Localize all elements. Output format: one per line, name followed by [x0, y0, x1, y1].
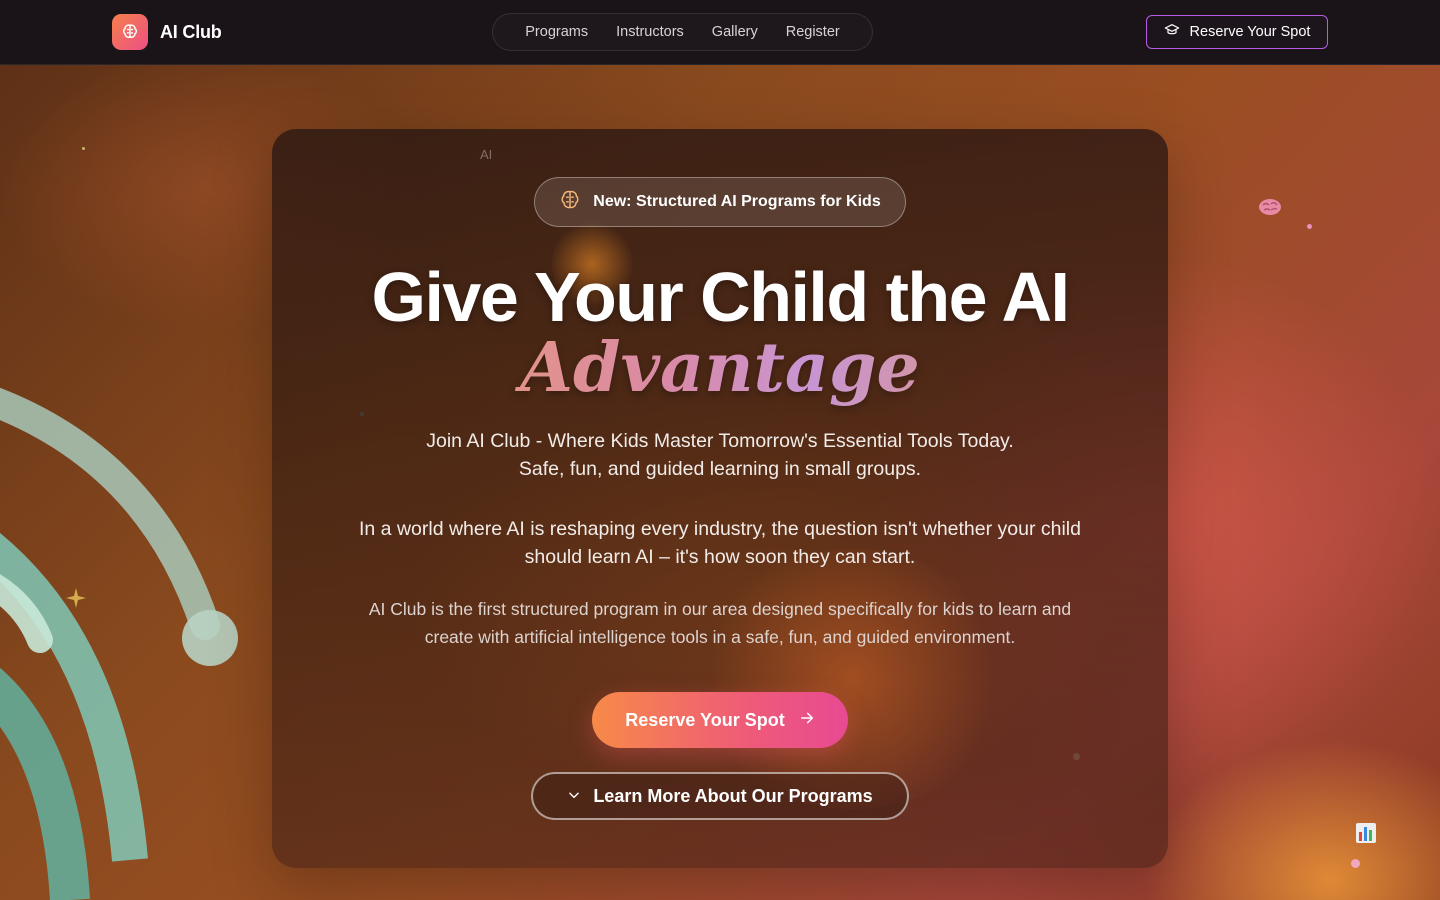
description-line: create with artificial intelligence tool…	[424, 627, 1016, 647]
reserve-spot-label: Reserve Your Spot	[625, 709, 785, 730]
site-header: AI Club Programs Instructors Gallery Reg…	[0, 0, 1440, 65]
background-arc-graphic	[0, 340, 260, 900]
hero-intro: In a world where AI is reshaping every i…	[272, 515, 1168, 571]
nav-link-register[interactable]: Register	[786, 24, 840, 40]
badge-label: New: Structured AI Programs for Kids	[593, 193, 881, 210]
intro-line: In a world where AI is reshaping every i…	[359, 518, 1081, 540]
intro-line: should learn AI – it's how soon they can…	[524, 546, 916, 568]
nav-link-instructors[interactable]: Instructors	[616, 24, 684, 40]
decor-dot	[1307, 224, 1312, 229]
hero-headline-accent: Advantage	[272, 327, 1168, 409]
reserve-spot-button[interactable]: Reserve Your Spot	[592, 692, 848, 748]
subhead-line: Join AI Club - Where Kids Master Tomorro…	[426, 430, 1014, 452]
announcement-badge: New: Structured AI Programs for Kids	[534, 177, 906, 227]
nav-link-gallery[interactable]: Gallery	[712, 24, 758, 40]
nav-link-programs[interactable]: Programs	[525, 24, 588, 40]
description-line: AI Club is the first structured program …	[368, 599, 1072, 619]
hero-headline: Give Your Child the AI	[371, 258, 1070, 336]
header-reserve-button[interactable]: Reserve Your Spot	[1146, 15, 1328, 49]
arrow-right-icon	[799, 710, 815, 731]
decor-dot	[1351, 859, 1360, 868]
learn-more-button[interactable]: Learn More About Our Programs	[531, 772, 909, 820]
hero-description: AI Club is the first structured program …	[272, 595, 1168, 651]
brain-icon	[112, 14, 148, 50]
graduation-cap-icon	[1164, 23, 1180, 41]
card-glow	[692, 549, 1012, 809]
learn-more-label: Learn More About Our Programs	[593, 785, 873, 806]
decor-dot	[82, 147, 85, 150]
brain-emoji-icon	[1258, 197, 1282, 222]
main-nav: Programs Instructors Gallery Register	[492, 13, 873, 51]
decor-ai-tag: AI	[480, 147, 493, 162]
brand[interactable]: AI Club	[112, 14, 222, 50]
hero-card: AI New: Structured AI Programs for Kids …	[272, 129, 1168, 868]
brain-icon	[559, 189, 581, 216]
bar-chart-emoji-icon	[1355, 822, 1377, 849]
header-reserve-label: Reserve Your Spot	[1189, 24, 1311, 40]
chevron-down-icon	[567, 786, 581, 807]
hero-subhead: Join AI Club - Where Kids Master Tomorro…	[272, 427, 1168, 483]
brand-name: AI Club	[160, 21, 222, 42]
subhead-line: Safe, fun, and guided learning in small …	[518, 458, 922, 480]
